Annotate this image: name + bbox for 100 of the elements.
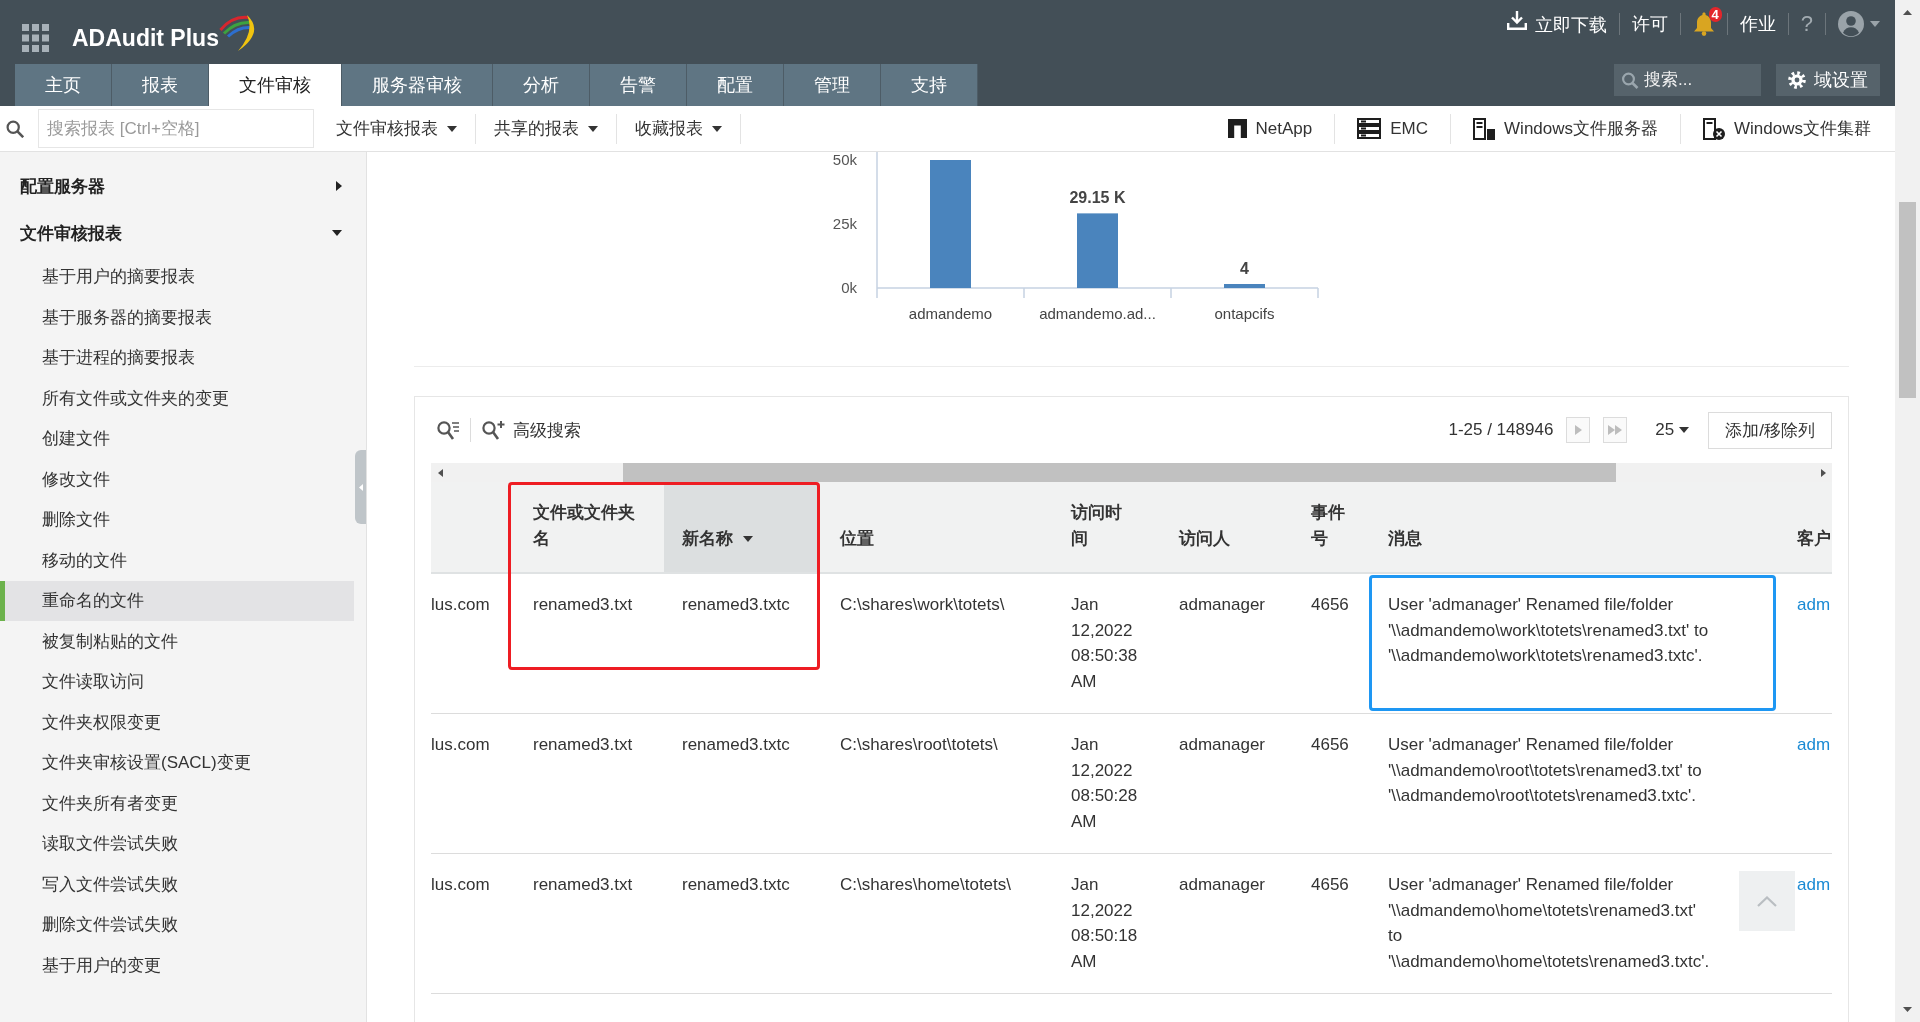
- scroll-up-icon[interactable]: [1903, 10, 1912, 15]
- scrollbar-thumb[interactable]: [623, 463, 1616, 482]
- next-page-button[interactable]: [1566, 417, 1591, 443]
- advanced-search-button[interactable]: 高级搜索: [482, 418, 581, 442]
- horizontal-scrollbar[interactable]: [431, 463, 1832, 482]
- last-page-button[interactable]: [1603, 417, 1628, 443]
- fast-forward-icon: [1608, 425, 1623, 435]
- sidebar-item[interactable]: 基于进程的摘要报表: [0, 337, 354, 378]
- column-header[interactable]: 访问时间: [1055, 482, 1163, 572]
- table-cell-text: lus.com: [431, 734, 490, 756]
- client-link[interactable]: adm: [1797, 735, 1831, 754]
- sidebar-item[interactable]: 重命名的文件: [0, 580, 354, 621]
- column-header[interactable]: 消息: [1369, 482, 1779, 572]
- sidebar-item[interactable]: 修改文件: [0, 459, 354, 500]
- sidebar-item[interactable]: 文件夹所有者变更: [0, 783, 354, 824]
- sidebar-item[interactable]: 文件读取访问: [0, 661, 354, 702]
- domain-settings-button[interactable]: 域设置: [1776, 64, 1880, 96]
- column-header[interactable]: 位置: [818, 482, 1055, 572]
- search-list-icon[interactable]: [437, 420, 459, 440]
- header-link[interactable]: 作业: [1727, 12, 1788, 36]
- bar-value-label: 29.15 K: [1069, 189, 1126, 207]
- column-header[interactable]: 访问人: [1163, 482, 1294, 572]
- table-cell-text: renamed3.txtc: [682, 874, 790, 896]
- sidebar-item[interactable]: 基于用户的摘要报表: [0, 256, 354, 297]
- download-link[interactable]: 立即下载: [1494, 11, 1619, 37]
- table-cell-text: lus.com: [431, 594, 490, 616]
- caret-down-icon: [1679, 427, 1690, 433]
- table-cell-text: admanager: [1179, 874, 1265, 896]
- source-button[interactable]: NetApp: [1205, 113, 1313, 144]
- table-cell-text: C:\shares\work\totets\: [840, 594, 1005, 616]
- caret-down-icon: [1870, 21, 1880, 27]
- caret-down-icon: [588, 125, 598, 132]
- caret-down-icon: [447, 125, 457, 132]
- search-icon: [1614, 64, 1644, 96]
- report-menu[interactable]: 收藏报表: [617, 113, 741, 144]
- sidebar-collapse-handle[interactable]: [355, 450, 366, 524]
- nav-tab[interactable]: 管理: [784, 64, 881, 106]
- scroll-left-icon[interactable]: [437, 468, 443, 477]
- nav-tab[interactable]: 支持: [881, 64, 978, 106]
- page-size-dropdown[interactable]: 25: [1655, 420, 1690, 440]
- column-header[interactable]: 客户: [1779, 482, 1832, 572]
- client-link[interactable]: adm: [1797, 875, 1831, 894]
- sidebar-item[interactable]: 基于用户的变更: [0, 945, 354, 986]
- scroll-right-icon[interactable]: [1820, 468, 1826, 477]
- sidebar-section[interactable]: 文件审核报表: [0, 209, 354, 257]
- search-plus-icon: [482, 420, 506, 440]
- header-link[interactable]: 许可: [1619, 12, 1680, 36]
- column-header[interactable]: 新名称: [664, 482, 818, 572]
- sidebar-item[interactable]: 文件夹审核设置(SACL)变更: [0, 742, 354, 783]
- axis-tick-label: 0k: [841, 279, 857, 296]
- sidebar-item[interactable]: 删除文件: [0, 499, 354, 540]
- sidebar-section[interactable]: 配置服务器: [0, 162, 354, 210]
- source-button[interactable]: Windows文件集群: [1680, 113, 1871, 144]
- search-field[interactable]: 搜索...: [1644, 64, 1761, 96]
- caret-down-icon: [712, 125, 722, 132]
- report-menu[interactable]: 共享的报表: [476, 113, 617, 144]
- app-name: ADAudit Plus: [72, 24, 219, 52]
- sidebar-item[interactable]: 移动的文件: [0, 540, 354, 581]
- scrollbar-thumb[interactable]: [1899, 202, 1916, 398]
- axis-category-label: ontapcifs: [1214, 305, 1275, 322]
- nav-tab[interactable]: 报表: [112, 64, 209, 106]
- pagination-label: 1-25 / 148946: [1448, 420, 1554, 440]
- sidebar-item[interactable]: 创建文件: [0, 418, 354, 459]
- vertical-scrollbar[interactable]: [1895, 0, 1920, 1022]
- axis-category-label: admandemo: [908, 305, 993, 322]
- table-cell-text: renamed3.txt: [533, 594, 633, 616]
- add-remove-columns-button[interactable]: 添加/移除列: [1708, 411, 1832, 449]
- scroll-down-icon[interactable]: [1903, 1007, 1912, 1012]
- nav-tab[interactable]: 主页: [15, 64, 112, 106]
- source-button[interactable]: EMC: [1334, 113, 1429, 144]
- nav-tab[interactable]: 服务器审核: [342, 64, 493, 106]
- nav-tab[interactable]: 分析: [493, 64, 590, 106]
- table-cell-text: renamed3.txt: [533, 874, 633, 896]
- search-icon: [6, 119, 24, 138]
- sidebar-item[interactable]: 所有文件或文件夹的变更: [0, 378, 354, 419]
- caret-left-icon: [358, 483, 363, 491]
- column-header[interactable]: 文件或文件夹名: [514, 482, 664, 572]
- help-link[interactable]: ?: [1788, 11, 1825, 37]
- nav-tab[interactable]: 告警: [590, 64, 687, 106]
- sidebar-item[interactable]: 被复制粘贴的文件: [0, 621, 354, 662]
- nav-tab[interactable]: 文件审核: [209, 64, 342, 106]
- play-icon: [1574, 425, 1582, 435]
- app-grid-icon[interactable]: [22, 24, 49, 52]
- source-button[interactable]: Windows文件服务器: [1450, 113, 1659, 144]
- table-cell-text: User 'admanager' Renamed file/folder '\\admandemo\root\totets\renamed3.txt' to '\\admandemo\root\totets\renamed3.txtc'.: [1388, 734, 1703, 807]
- axis-tick-label: 50k: [832, 152, 857, 168]
- sidebar-item[interactable]: 写入文件尝试失败: [0, 864, 354, 905]
- sidebar-item[interactable]: 基于服务器的摘要报表: [0, 297, 354, 338]
- table-cell-text: C:\shares\home\totets\: [840, 874, 1012, 896]
- sidebar-item[interactable]: 删除文件尝试失败: [0, 904, 354, 945]
- user-avatar-icon[interactable]: [1838, 11, 1864, 37]
- report-menu[interactable]: 文件审核报表: [318, 113, 476, 144]
- sidebar-item[interactable]: 文件夹权限变更: [0, 702, 354, 743]
- client-link[interactable]: adm: [1797, 595, 1831, 614]
- sidebar-item[interactable]: 读取文件尝试失败: [0, 823, 354, 864]
- report-search-field[interactable]: 搜索报表 [Ctrl+空格]: [38, 109, 314, 148]
- table-cell-text: 4656: [1311, 734, 1349, 756]
- column-header[interactable]: 事件号: [1294, 482, 1369, 572]
- nav-tab[interactable]: 配置: [687, 64, 784, 106]
- arch-logo-icon: [1227, 119, 1247, 138]
